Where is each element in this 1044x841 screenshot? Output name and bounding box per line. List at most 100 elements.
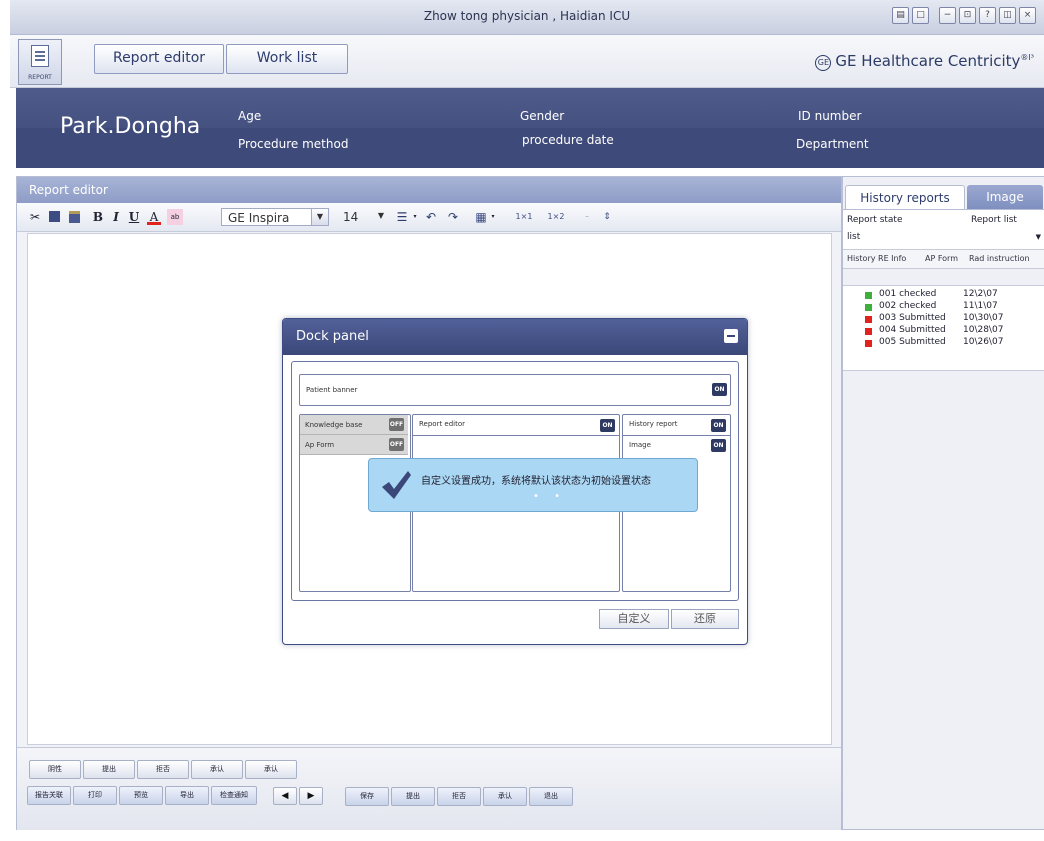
italic-button[interactable]: I <box>109 209 123 225</box>
brand-logo: GE GE Healthcare Centricity®I³ <box>815 52 1034 71</box>
report-state-label[interactable]: Report state <box>847 215 903 225</box>
font-family-select[interactable]: GE Inspira ▼ <box>221 208 329 226</box>
history-pane: History reports Image Report state Repor… <box>842 176 1044 830</box>
font-family-value: GE Inspira <box>228 211 290 225</box>
title-bar: Zhow tong physician , Haidian ICU ▤ □ − … <box>10 0 1044 35</box>
editor-header: Report editor <box>17 177 841 203</box>
report-editor-toggle[interactable]: ON <box>600 419 615 432</box>
restore-button[interactable]: 还原 <box>671 609 739 629</box>
status-submitted-icon <box>865 340 872 347</box>
ap-form-toggle[interactable]: OFF <box>389 438 404 451</box>
exit-button[interactable]: 退出 <box>529 787 573 806</box>
lock-icon[interactable]: ⊡ <box>959 7 976 24</box>
help-icon[interactable]: ? <box>979 7 996 24</box>
patient-banner-slot: Patient banner ON <box>299 374 731 406</box>
checkmark-icon <box>382 471 411 499</box>
brand-suffix: ®I³ <box>1020 53 1034 62</box>
paste-icon[interactable] <box>67 209 83 225</box>
layout-icon[interactable]: ▤ <box>892 7 909 24</box>
id-number-label: ID number <box>798 109 862 123</box>
export-button[interactable]: 导出 <box>165 786 209 805</box>
image-slot: Image ON <box>623 436 730 456</box>
highlight-button[interactable]: ab <box>167 209 183 225</box>
tab-history-re-info[interactable]: History RE Info <box>847 254 906 263</box>
procedure-date-label: procedure date <box>522 133 614 147</box>
patient-banner-toggle[interactable]: ON <box>712 383 727 396</box>
report-list-label[interactable]: Report list <box>971 215 1017 225</box>
spinner-icon[interactable]: ⇕ <box>601 209 613 225</box>
approve-button[interactable]: 承认 <box>191 760 243 779</box>
image-toggle[interactable]: ON <box>711 439 726 452</box>
patient-banner-slot-label: Patient banner <box>306 386 358 394</box>
cut-icon[interactable]: ✂ <box>27 209 43 225</box>
undo-icon[interactable]: ↶ <box>423 209 439 225</box>
main-toolbar: REPORT Report editor Work list GE GE Heal… <box>10 35 1044 88</box>
close-icon[interactable]: × <box>1019 7 1036 24</box>
preview-button[interactable]: 预览 <box>119 786 163 805</box>
submit-button[interactable]: 提出 <box>391 787 435 806</box>
chevron-down-icon[interactable]: ▾ <box>489 209 497 225</box>
success-toast: 自定义设置成功，系统将默认该状态为初始设置状态 • • <box>368 458 698 512</box>
ap-form-row: Ap Form OFF <box>300 435 408 455</box>
font-size-select[interactable]: 14 ▼ <box>337 208 389 226</box>
subscript-button[interactable]: 1×2 <box>543 209 569 225</box>
dock-panel-header: Dock panel <box>283 319 747 355</box>
knowledge-base-label: Knowledge base <box>305 421 363 429</box>
report-icon-caption: REPORT <box>28 74 52 81</box>
next-arrow-icon[interactable]: ▶ <box>299 787 323 805</box>
minimize-icon[interactable]: − <box>939 7 956 24</box>
customize-button[interactable]: 自定义 <box>599 609 669 629</box>
submit-button[interactable]: 提出 <box>83 760 135 779</box>
reject-button[interactable]: 拒否 <box>137 760 189 779</box>
reject-button[interactable]: 拒否 <box>437 787 481 806</box>
history-report-list: 001 checked 12\2\07 002 checked 11\1\07 … <box>843 285 1044 371</box>
redo-icon[interactable]: ↷ <box>445 209 461 225</box>
prev-arrow-icon[interactable]: ◀ <box>273 787 297 805</box>
maximize-icon[interactable]: ◫ <box>999 7 1016 24</box>
fraction-icon[interactable]: ⎯ <box>577 209 597 225</box>
toast-message: 自定义设置成功，系统将默认该状态为初始设置状态 <box>421 476 651 487</box>
font-color-button[interactable]: A <box>147 209 161 225</box>
chevron-down-icon[interactable]: ▼ <box>311 209 328 225</box>
history-subtabs: History RE Info AP Form Rad instruction <box>843 249 1044 269</box>
superscript-button[interactable]: 1×1 <box>511 209 537 225</box>
negative-button[interactable]: 阴性 <box>29 760 81 779</box>
report-icon[interactable]: REPORT <box>18 39 62 85</box>
report-link-button[interactable]: 报告关联 <box>27 786 71 805</box>
image-slot-label: Image <box>629 441 651 449</box>
dock-panel-title: Dock panel <box>296 329 369 344</box>
print-button[interactable]: 打印 <box>73 786 117 805</box>
chevron-down-icon[interactable]: ▼ <box>373 208 389 224</box>
age-label: Age <box>238 109 262 123</box>
bold-button[interactable]: B <box>91 209 105 225</box>
align-icon[interactable]: ☰ <box>393 209 411 225</box>
tab-report-editor[interactable]: Report editor <box>94 44 224 74</box>
chevron-down-icon[interactable]: ▼ <box>1036 233 1041 241</box>
tab-rad-instruction[interactable]: Rad instruction <box>969 254 1030 263</box>
copy-icon[interactable] <box>47 209 63 225</box>
list-select-value[interactable]: list <box>847 232 860 242</box>
tab-work-list[interactable]: Work list <box>226 44 348 74</box>
window-title: Zhow tong physician , Haidian ICU <box>423 9 631 23</box>
history-filter: Report state Report list list ▼ <box>843 209 1044 250</box>
knowledge-base-toggle[interactable]: OFF <box>389 418 404 431</box>
tab-image[interactable]: Image <box>967 185 1043 209</box>
font-size-value: 14 <box>343 210 359 224</box>
chevron-down-icon[interactable]: ▾ <box>411 209 419 225</box>
exam-notice-button[interactable]: 检查通知 <box>211 786 257 805</box>
patient-name: Park.Dongha <box>60 114 201 139</box>
underline-button[interactable]: U <box>127 209 141 225</box>
history-report-slot: History report ON <box>623 415 730 436</box>
history-report-toggle[interactable]: ON <box>711 419 726 432</box>
save-button[interactable]: 保存 <box>345 787 389 806</box>
status-checked-icon <box>865 292 872 299</box>
window-controls: ▤ □ − ⊡ ? ◫ × <box>892 7 1036 24</box>
approve-button[interactable]: 承认 <box>245 760 297 779</box>
approve-button[interactable]: 承认 <box>483 787 527 806</box>
tab-history-reports[interactable]: History reports <box>845 185 965 210</box>
tab-ap-form[interactable]: AP Form <box>925 254 958 263</box>
history-report-slot-label: History report <box>629 420 678 428</box>
minimize-icon[interactable] <box>724 329 738 343</box>
restore-icon[interactable]: □ <box>912 7 929 24</box>
table-icon[interactable]: ▦ <box>473 209 489 225</box>
